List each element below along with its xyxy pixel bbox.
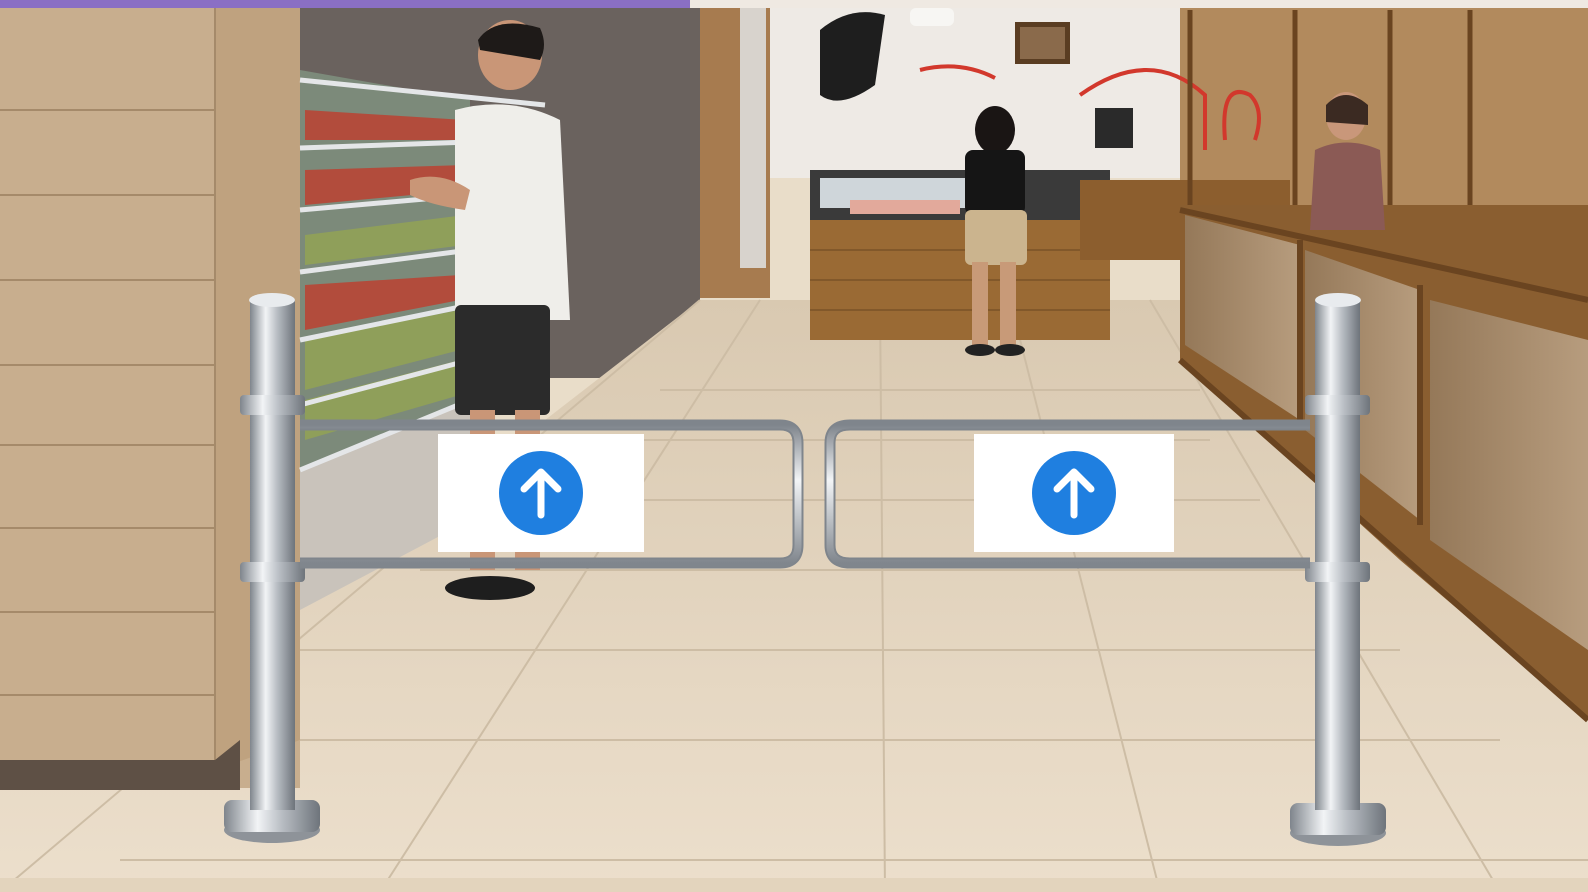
scene-drawing: [0, 0, 1588, 892]
arrow-up-icon: [499, 451, 583, 535]
right-gate-sign: [974, 434, 1174, 552]
arrow-up-icon: [1032, 451, 1116, 535]
left-gate-sign: [438, 434, 644, 552]
store-entrance-scene: [0, 0, 1588, 892]
top-band: [0, 0, 690, 8]
